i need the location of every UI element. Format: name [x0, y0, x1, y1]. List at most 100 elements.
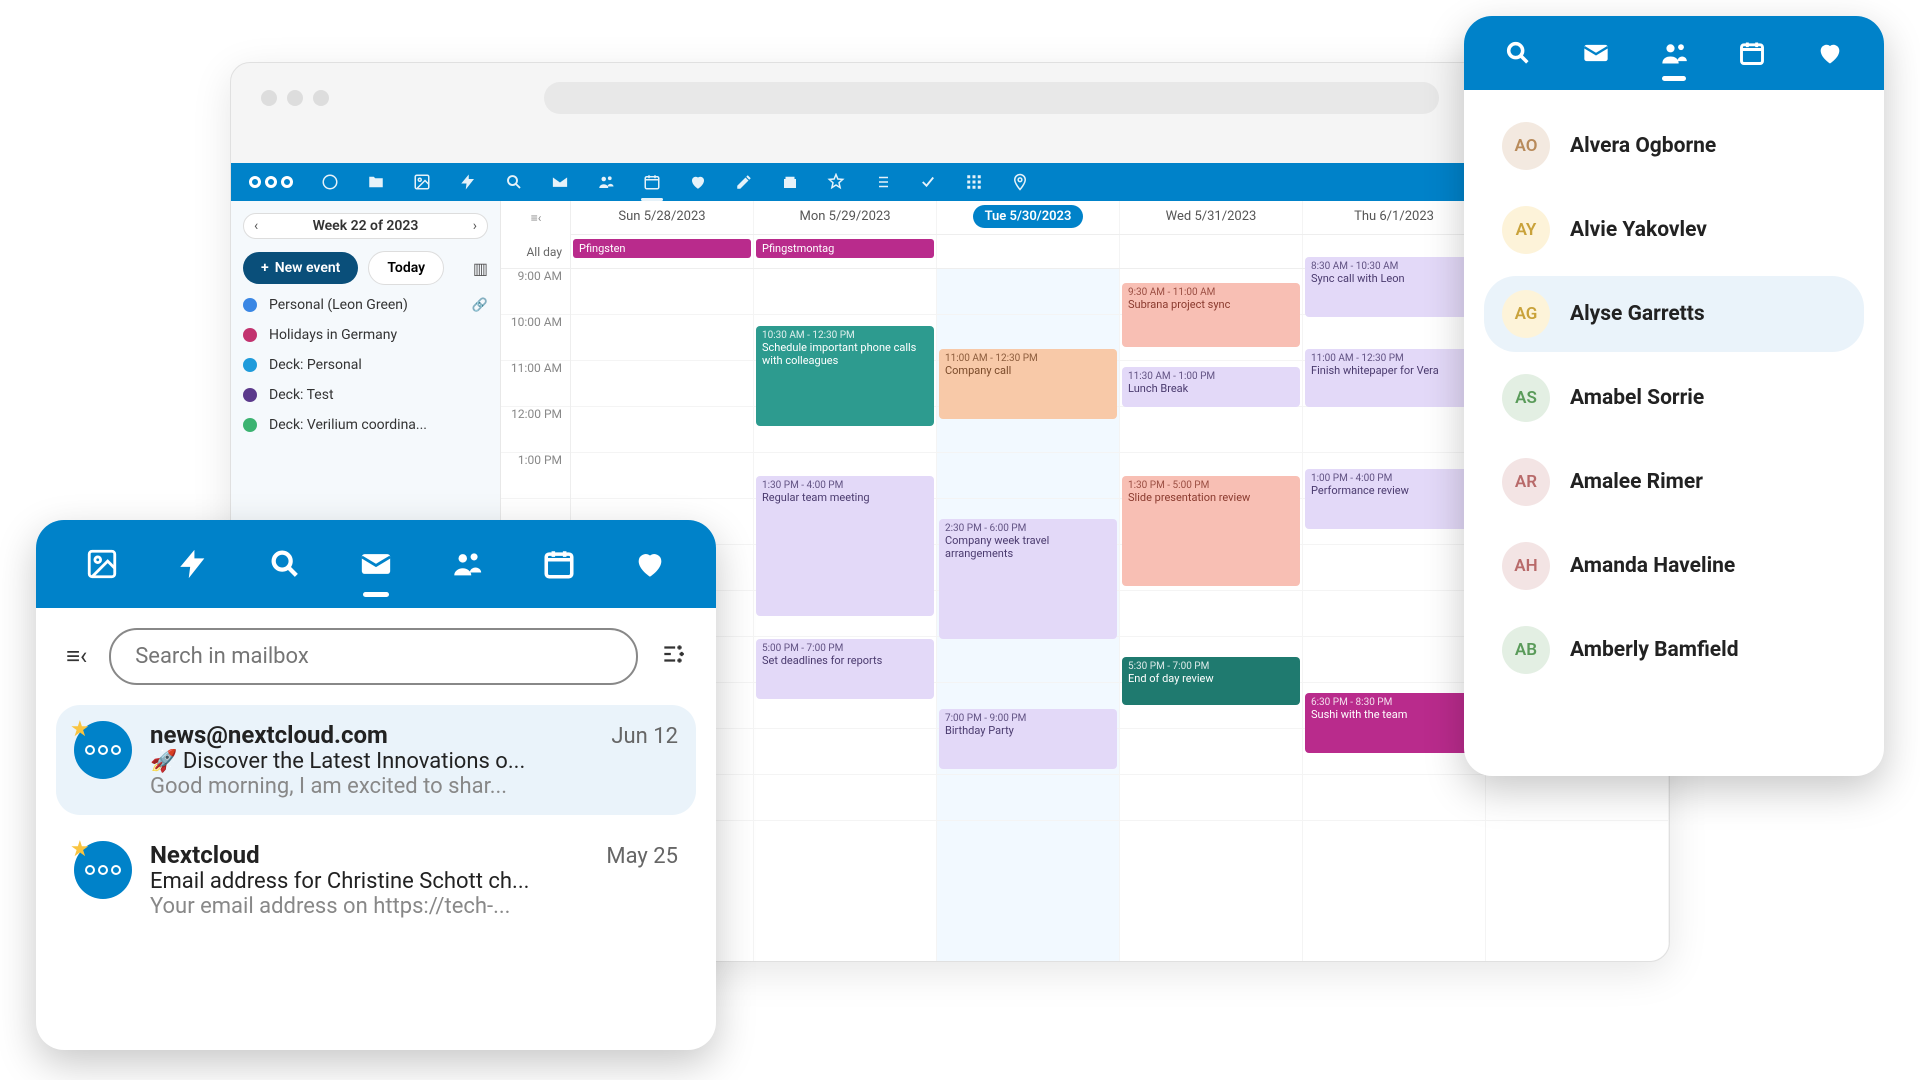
contact-name: Amalee Rimer [1570, 470, 1703, 494]
contact-name: Alvera Ogborne [1570, 134, 1716, 158]
calendar-list-item[interactable]: Deck: Verilium coordina... [243, 417, 488, 433]
share-icon[interactable]: 🔗 [472, 298, 488, 313]
activity-icon[interactable] [459, 173, 477, 191]
list-icon[interactable] [873, 173, 891, 191]
new-event-button[interactable]: +New event [243, 252, 358, 284]
calendar-event[interactable]: 5:00 PM - 7:00 PMSet deadlines for repor… [756, 639, 934, 699]
contacts-icon[interactable] [1660, 39, 1688, 67]
mail-icon[interactable] [359, 547, 393, 581]
photos-icon[interactable] [413, 173, 431, 191]
location-icon[interactable] [1011, 173, 1029, 191]
mail-subject: 🚀 Discover the Latest Innovations o... [150, 749, 678, 774]
contact-avatar: AH [1502, 542, 1550, 590]
calendar-event[interactable]: 1:00 PM - 4:00 PMPerformance review [1305, 469, 1483, 529]
contact-name: Amanda Haveline [1570, 554, 1735, 578]
star-icon[interactable]: ★ [70, 837, 90, 862]
calendar-event[interactable]: 6:30 PM - 8:30 PMSushi with the team [1305, 693, 1483, 753]
contacts-icon[interactable] [450, 547, 484, 581]
calendar-list-item[interactable]: Deck: Test [243, 387, 488, 403]
calendar-event[interactable]: 11:30 AM - 1:00 PMLunch Break [1122, 367, 1300, 407]
contacts-icon[interactable] [597, 173, 615, 191]
contact-item[interactable]: AYAlvie Yakovlev [1484, 192, 1864, 268]
activity-icon[interactable] [176, 547, 210, 581]
mail-panel: ≡‹ ★ news@nextcloud.comJun 12 🚀 Discover… [36, 520, 716, 1050]
calendar-list-item[interactable]: Holidays in Germany [243, 327, 488, 343]
settings-icon[interactable] [660, 641, 686, 673]
mail-item[interactable]: ★ news@nextcloud.comJun 12 🚀 Discover th… [56, 705, 696, 815]
edit-icon[interactable] [735, 173, 753, 191]
calendar-event[interactable]: 1:30 PM - 5:00 PMSlide presentation revi… [1122, 476, 1300, 586]
mail-item[interactable]: ★ NextcloudMay 25 Email address for Chri… [56, 825, 696, 935]
calendar-event[interactable]: 11:00 AM - 12:30 PMFinish whitepaper for… [1305, 349, 1483, 407]
allday-event[interactable]: Pfingsten [573, 239, 751, 258]
url-bar[interactable] [544, 82, 1439, 114]
mail-icon[interactable] [1582, 39, 1610, 67]
contact-item[interactable]: AH Amanda Haveline [1484, 528, 1864, 604]
calendar-icon[interactable] [1738, 39, 1766, 67]
contact-item[interactable]: AOAlvera Ogborne [1484, 108, 1864, 184]
view-toggle-icon[interactable]: ▥ [473, 259, 488, 278]
files-icon[interactable] [367, 173, 385, 191]
search-icon[interactable] [268, 547, 302, 581]
contact-item[interactable]: ARAmalee Rimer [1484, 444, 1864, 520]
mail-icon[interactable] [551, 173, 569, 191]
photos-icon[interactable] [85, 547, 119, 581]
calendar-icon[interactable] [643, 173, 661, 191]
allday-event[interactable]: Pfingstmontag [756, 239, 934, 258]
prev-week-icon[interactable]: ‹ [254, 218, 258, 234]
calendar-event[interactable]: 10:30 AM - 12:30 PMSchedule important ph… [756, 326, 934, 426]
favorites-icon[interactable] [1816, 39, 1844, 67]
mail-avatar: ★ [74, 721, 132, 779]
app-top-toolbar [231, 163, 1669, 201]
time-slot-label: 1:00 PM [501, 453, 570, 499]
window-min-dot[interactable] [287, 90, 303, 106]
next-week-icon[interactable]: › [473, 218, 477, 234]
window-close-dot[interactable] [261, 90, 277, 106]
day-column[interactable]: 11:00 AM - 12:30 PMCompany call 2:30 PM -… [937, 269, 1120, 961]
calendar-event[interactable]: 8:30 AM - 10:30 AMSync call with Leon [1305, 257, 1483, 317]
search-icon[interactable] [1504, 39, 1532, 67]
event-time: 1:30 PM - 4:00 PM [762, 480, 928, 491]
calendar-name: Deck: Test [269, 387, 334, 403]
grid-icon[interactable] [965, 173, 983, 191]
window-max-dot[interactable] [313, 90, 329, 106]
day-column[interactable]: 8:30 AM - 10:30 AMSync call with Leon11:… [1303, 269, 1486, 961]
contact-avatar: AB [1502, 626, 1550, 674]
mail-search-input[interactable] [109, 628, 638, 685]
calendar-event[interactable]: 7:00 PM - 9:00 PMBirthday Party [939, 709, 1117, 769]
favorites-icon[interactable] [689, 173, 707, 191]
event-title: Lunch Break [1128, 382, 1188, 395]
contact-item[interactable]: ASAmabel Sorrie [1484, 360, 1864, 436]
star-icon[interactable] [827, 173, 845, 191]
calendar-list-item[interactable]: Deck: Personal [243, 357, 488, 373]
contact-item[interactable]: AGAlyse Garretts [1484, 276, 1864, 352]
search-icon[interactable] [505, 173, 523, 191]
day-column[interactable]: 10:30 AM - 12:30 PMSchedule important ph… [754, 269, 937, 961]
star-icon[interactable]: ★ [70, 717, 90, 742]
allday-cell[interactable]: Pfingstmontag [754, 235, 937, 268]
today-button[interactable]: Today [368, 251, 444, 285]
collapse-sidebar-icon[interactable]: ≡‹ [501, 201, 571, 235]
calendar-event[interactable]: 11:00 AM - 12:30 PMCompany call [939, 349, 1117, 419]
calendar-event[interactable]: 5:30 PM - 7:00 PMEnd of day review [1122, 657, 1300, 705]
check-icon[interactable] [919, 173, 937, 191]
dashboard-icon[interactable] [321, 173, 339, 191]
allday-cell[interactable] [937, 235, 1120, 268]
calendar-name: Holidays in Germany [269, 327, 397, 343]
deck-icon[interactable] [781, 173, 799, 191]
calendar-event[interactable]: 9:30 AM - 11:00 AMSubrana project sync [1122, 283, 1300, 347]
mail-date: May 25 [606, 844, 678, 869]
contact-item[interactable]: ABAmberly Bamfield [1484, 612, 1864, 688]
allday-cell[interactable]: Pfingsten [571, 235, 754, 268]
nextcloud-logo-icon[interactable] [249, 176, 293, 188]
calendar-list-item[interactable]: Personal (Leon Green)🔗 [243, 297, 488, 313]
calendar-event[interactable]: 1:30 PM - 4:00 PMRegular team meeting [756, 476, 934, 616]
collapse-icon[interactable]: ≡‹ [66, 642, 87, 671]
allday-cell[interactable] [1120, 235, 1303, 268]
favorites-icon[interactable] [633, 547, 667, 581]
calendar-event[interactable]: 2:30 PM - 6:00 PMCompany week travel arr… [939, 519, 1117, 639]
calendar-icon[interactable] [542, 547, 576, 581]
event-time: 7:00 PM - 9:00 PM [945, 713, 1111, 724]
contacts-toolbar [1464, 16, 1884, 90]
day-column[interactable]: 9:30 AM - 11:00 AMSubrana project sync 11… [1120, 269, 1303, 961]
